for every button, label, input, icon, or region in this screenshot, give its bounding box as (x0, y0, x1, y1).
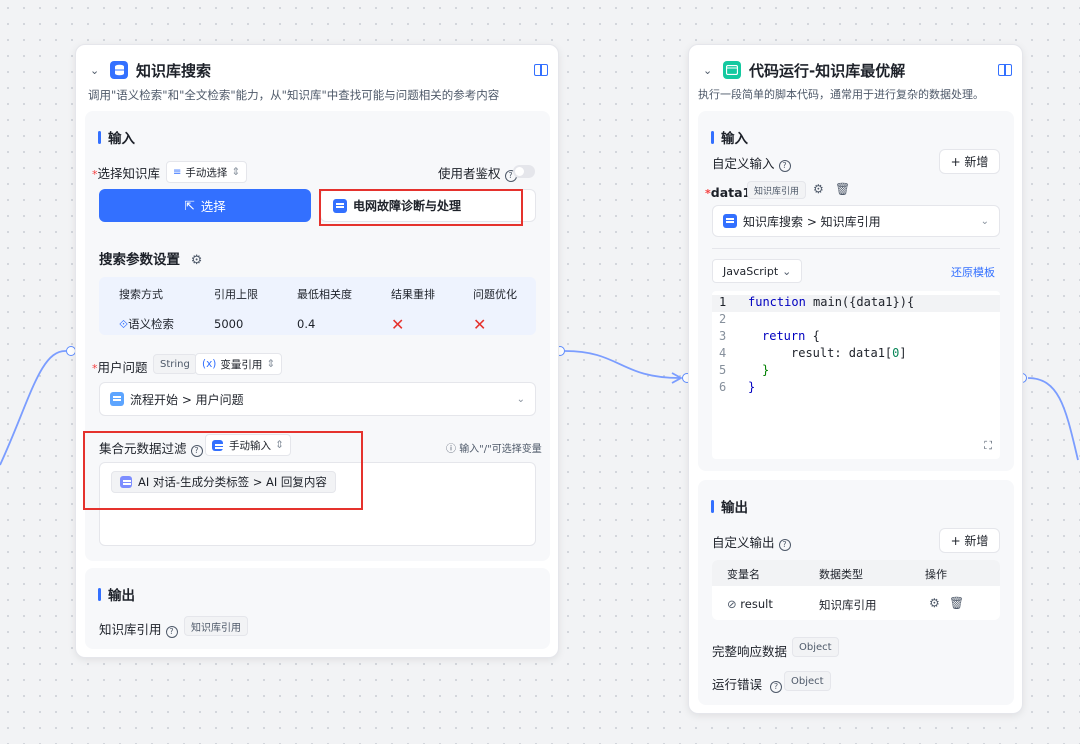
info-icon: ⓘ (446, 444, 460, 455)
settings-gear-icon[interactable]: ⚙ (813, 182, 824, 196)
th-limit: 引用上限 (214, 288, 258, 301)
add-output-button[interactable]: + 新增 (939, 528, 1000, 553)
flow-start-icon (110, 392, 124, 406)
code-line-2: 2 (719, 312, 727, 326)
var-ref-dropdown[interactable]: (x) 变量引用 ⇕ (195, 353, 283, 375)
output-var-type: 知识库引用 (819, 598, 877, 612)
sort-icon: ⇕ (231, 166, 241, 178)
data1-type-tag: 知识库引用 (747, 181, 807, 199)
code-line-4: 4 result: data1[0] (719, 346, 907, 360)
search-params-title: 搜索参数设置 ⚙ (99, 252, 203, 268)
td-method: ⟐语义检索 (119, 317, 175, 331)
docs-book-icon[interactable] (998, 64, 1012, 76)
settings-gear-icon[interactable]: ⚙ (929, 596, 940, 610)
custom-input-label: 自定义输入? (712, 153, 791, 172)
expand-icon[interactable]: ⛶ (984, 439, 992, 453)
code-icon (723, 61, 741, 79)
user-auth-label: 使用者鉴权? (438, 163, 517, 182)
edge-kb-to-code (564, 350, 681, 379)
annotation-box-kb (319, 189, 523, 226)
user-question-label: *用户问题 (92, 360, 148, 375)
help-icon: ? (165, 625, 178, 638)
th-var-name: 变量名 (727, 568, 760, 581)
td-limit: 5000 (214, 317, 244, 331)
chevron-down-icon: ⌄ (782, 264, 792, 278)
kb-ref-label: 知识库引用? (99, 619, 178, 638)
annotation-box-filter (83, 431, 363, 510)
close-icon: ✕ (391, 314, 405, 334)
chevron-down-icon: ⌄ (980, 215, 989, 227)
close-icon: ✕ (473, 314, 487, 334)
help-icon: ? (770, 680, 783, 693)
node-title: 代码运行-知识库最优解 (749, 61, 906, 80)
code-line-6: 6} (719, 380, 756, 394)
node-title: 知识库搜索 (136, 61, 212, 80)
check-circle-icon: ⊘ (727, 597, 741, 611)
delete-trash-icon[interactable]: 🗑 (949, 596, 964, 610)
settings-gear-icon[interactable]: ⚙ (191, 253, 203, 268)
select-kb-label: *选择知识库 (92, 166, 161, 181)
th-actions: 操作 (925, 568, 947, 581)
sort-icon: ⇕ (266, 358, 276, 370)
th-rerank: 结果重排 (391, 288, 435, 301)
custom-output-label: 自定义输出? (712, 532, 791, 551)
filter-hint: ⓘ 输入"/"可选择变量 (446, 444, 542, 455)
cursor-click-icon: ⇱ (184, 198, 195, 213)
code-editor[interactable]: 1 function main({data1}){ 2 3 return { 4 re… (712, 291, 1000, 459)
th-optimize: 问题优化 (473, 288, 517, 301)
data1-select[interactable]: 知识库搜索 > 知识库引用 ⌄ (712, 205, 1000, 237)
full-response-tag: Object (792, 637, 839, 657)
code-line-3: 3 return { (719, 329, 820, 343)
help-icon: ? (778, 538, 791, 551)
output-section-title: 输出 (711, 496, 748, 516)
code-line-5: 5} (719, 363, 770, 377)
code-run-node[interactable]: ⌄ 代码运行-知识库最优解 执行一段简单的脚本代码，通常用于进行复杂的数据处理。… (688, 44, 1023, 714)
td-optimize: ✕ (473, 309, 524, 339)
user-auth-toggle[interactable] (513, 165, 535, 178)
run-error-tag: Object (784, 671, 831, 691)
td-relevance: 0.4 (297, 317, 316, 331)
input-section-title: 输入 (711, 127, 748, 147)
edge-outgoing (1027, 377, 1079, 461)
language-select[interactable]: JavaScript ⌄ (712, 259, 803, 283)
input-section-title: 输入 (98, 127, 135, 147)
manual-select-dropdown[interactable]: ≡ 手动选择 ⇕ (166, 161, 248, 183)
database-icon (110, 61, 128, 79)
chevron-down-icon: ⌄ (516, 393, 525, 405)
run-error-label: 运行错误? (712, 674, 783, 693)
td-rerank: ✕ (391, 309, 473, 339)
collapse-chevron-icon[interactable]: ⌄ (90, 64, 104, 77)
select-kb-button[interactable]: ⇱ 选择 (99, 189, 311, 222)
th-relevance: 最低相关度 (297, 288, 352, 301)
collapse-chevron-icon[interactable]: ⌄ (703, 64, 717, 77)
th-method: 搜索方式 (119, 288, 163, 301)
full-response-label: 完整响应数据 (712, 644, 788, 659)
kb-search-node[interactable]: ⌄ 知识库搜索 调用"语义检索"和"全文检索"能力，从"知识库"中查找可能与问题… (75, 44, 559, 658)
data1-label: *data1 (705, 185, 752, 200)
th-data-type: 数据类型 (819, 568, 863, 581)
restore-template-link[interactable]: 还原模板 (951, 264, 995, 280)
string-type-tag: String (153, 354, 197, 374)
node-description: 执行一段简单的脚本代码，通常用于进行复杂的数据处理。 (698, 88, 984, 101)
kb-icon (723, 214, 737, 228)
database-small-icon: ≡ (173, 166, 182, 178)
user-question-select[interactable]: 流程开始 > 用户问题 ⌄ (99, 382, 536, 416)
search-params-table: 搜索方式 引用上限 最低相关度 结果重排 问题优化 ⟐语义检索 5000 0.4… (119, 279, 524, 339)
output-section-title: 输出 (98, 584, 135, 604)
docs-book-icon[interactable] (534, 64, 548, 76)
output-var-name: ⊘ result (727, 597, 773, 611)
semantic-search-icon: ⟐ (119, 317, 129, 331)
divider (712, 248, 1000, 249)
delete-trash-icon[interactable]: 🗑 (835, 182, 850, 196)
variable-icon: (x) (202, 358, 217, 370)
edge-incoming (0, 350, 67, 466)
code-line-1: 1 function main({data1}){ (712, 295, 1000, 312)
help-icon: ? (778, 159, 791, 172)
node-description: 调用"语义检索"和"全文检索"能力，从"知识库"中查找可能与问题相关的参考内容 (88, 88, 500, 102)
kb-ref-type-tag: 知识库引用 (184, 616, 248, 636)
add-input-button[interactable]: + 新增 (939, 149, 1000, 174)
